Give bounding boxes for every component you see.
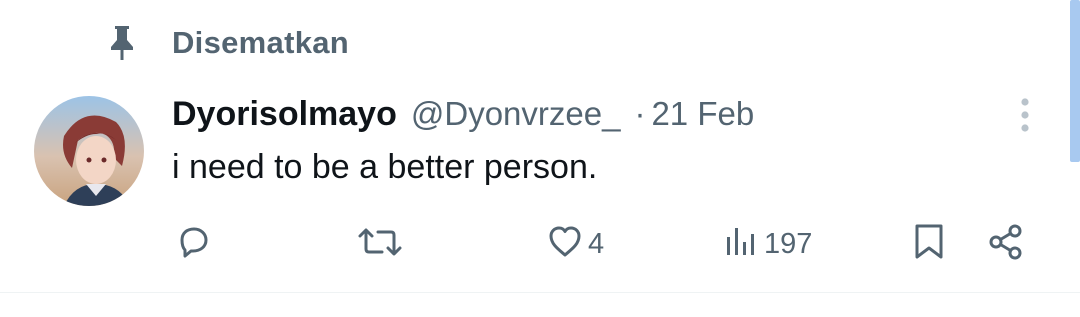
pinned-label: Disematkan — [172, 25, 350, 60]
tweet-date[interactable]: 21 Feb — [651, 95, 754, 133]
display-name[interactable]: Dyorisolmayo — [172, 95, 397, 134]
more-options-button[interactable] — [1008, 96, 1042, 138]
reply-icon — [174, 223, 212, 266]
share-button[interactable] — [986, 222, 1026, 266]
retweet-icon — [356, 223, 404, 266]
bookmark-button[interactable] — [911, 222, 947, 266]
scrollbar-thumb[interactable] — [1070, 0, 1080, 162]
reply-button[interactable] — [174, 222, 212, 266]
pinned-indicator: Disematkan — [104, 22, 349, 64]
heart-icon — [546, 223, 584, 266]
views-icon — [724, 223, 760, 266]
bookmark-icon — [911, 222, 947, 267]
tweet-text: i need to be a better person. — [172, 148, 598, 186]
divider — [0, 292, 1080, 293]
separator-dot: · — [634, 95, 646, 132]
pin-icon — [104, 22, 140, 64]
tweet-header: Dyorisolmayo @Dyonvrzee_ · 21 Feb — [172, 91, 754, 137]
avatar[interactable] — [34, 96, 144, 206]
views-button[interactable]: 197 — [724, 222, 812, 266]
views-count: 197 — [764, 227, 813, 260]
retweet-button[interactable] — [356, 222, 404, 266]
like-count: 4 — [588, 227, 605, 260]
share-icon — [986, 222, 1026, 267]
user-handle[interactable]: @Dyonvrzee_ — [411, 95, 621, 133]
like-button[interactable]: 4 — [546, 222, 604, 266]
more-vertical-icon — [1019, 95, 1031, 140]
